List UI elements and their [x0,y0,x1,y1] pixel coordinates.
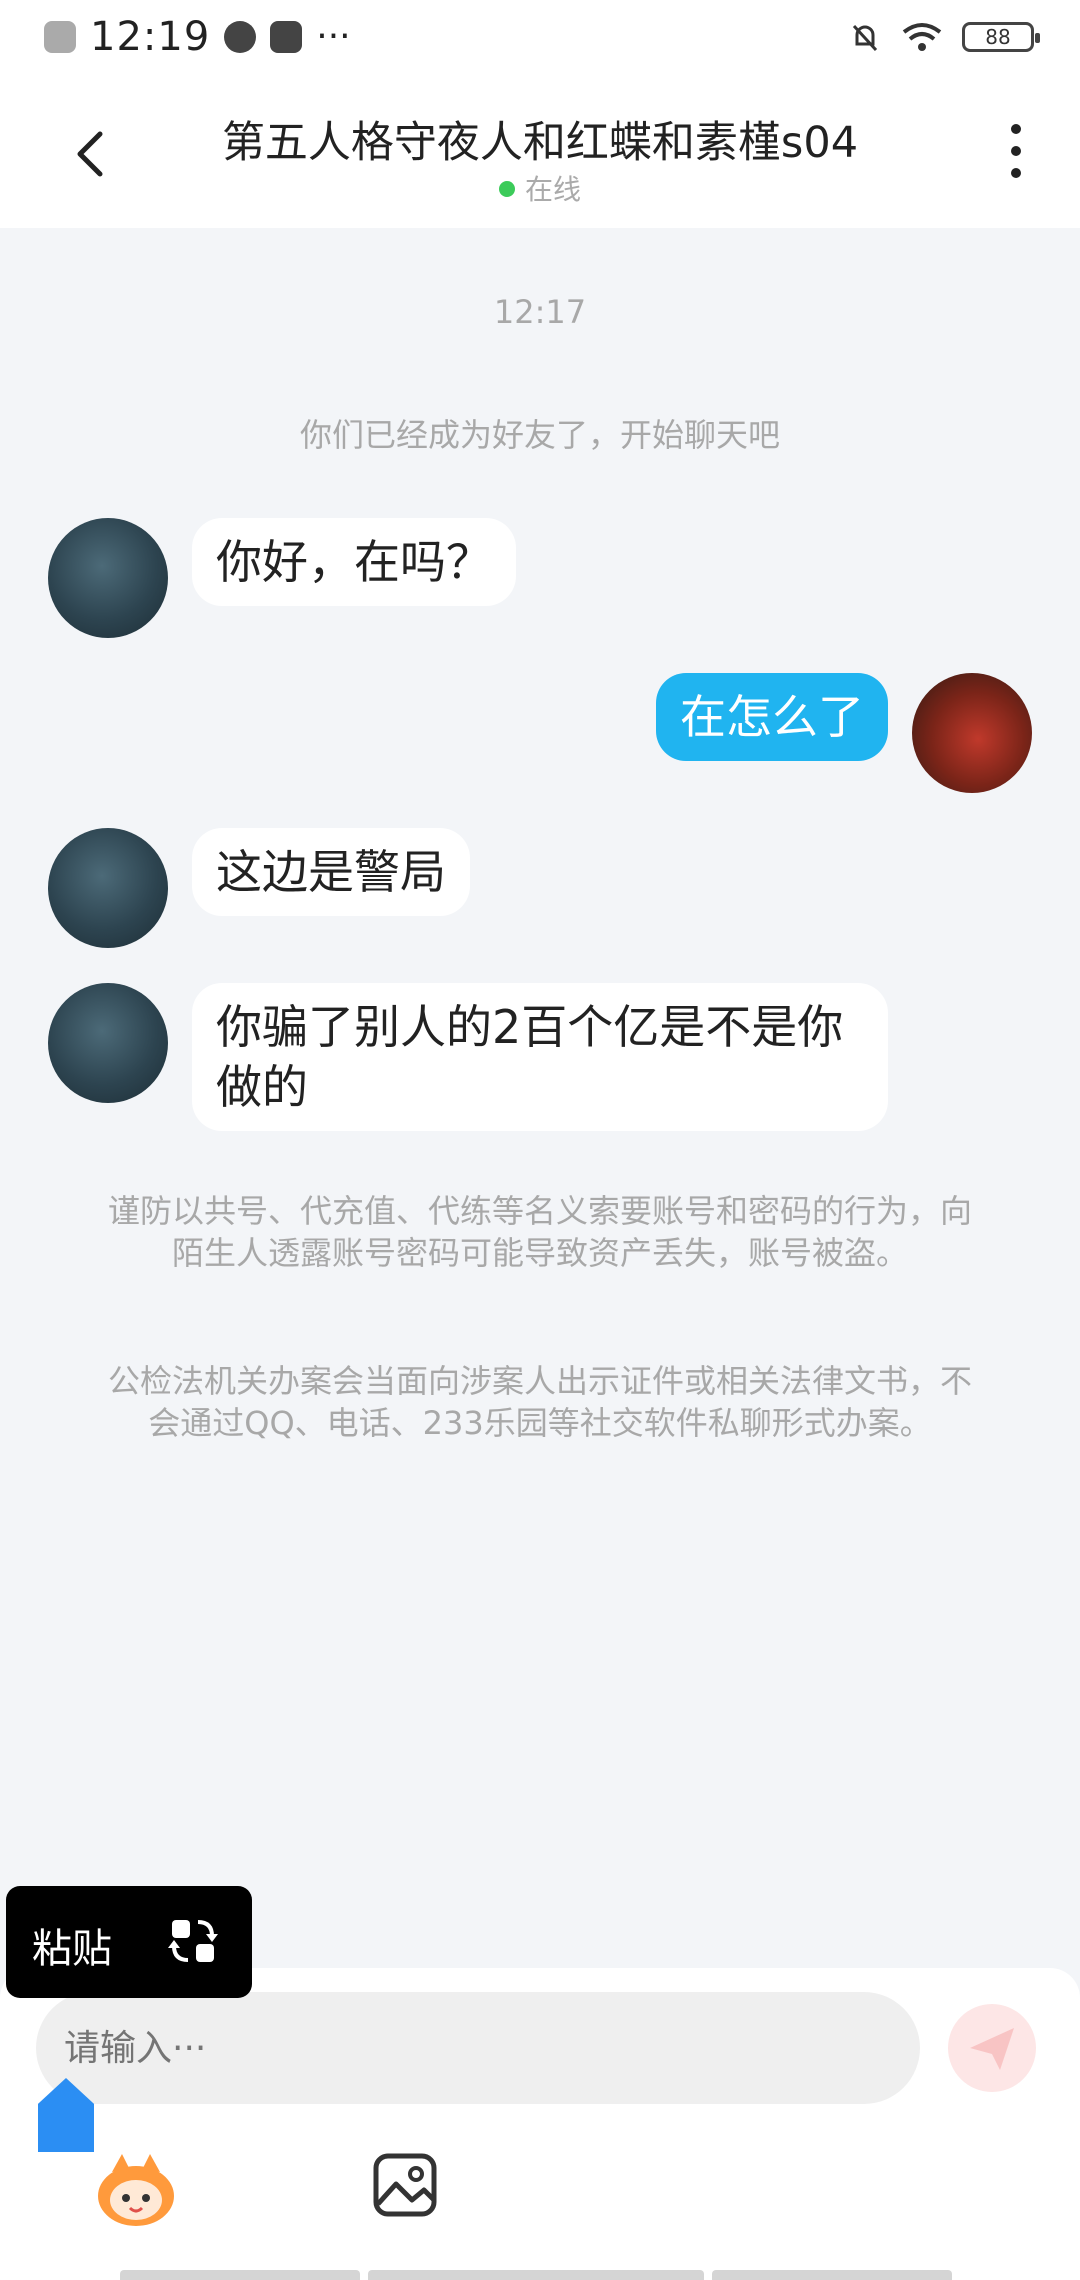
app-notification-icon [44,21,76,53]
send-plane-icon [970,2028,1014,2070]
chat-screen: 12:19 ··· 88 第五人格守夜人和红蝶和素槿s04 在线 12:17 你… [0,0,1080,2280]
dot-icon [1011,168,1021,178]
swap-icon[interactable] [168,1916,218,1966]
incoming-message-bubble[interactable]: 你骗了别人的2百个亿是不是你做的 [192,983,888,1131]
mute-bell-icon [852,24,878,52]
online-dot-icon [498,181,515,197]
incoming-message-bubble[interactable]: 这边是警局 [192,828,470,916]
composer [0,1968,1080,2280]
status-time: 12:19 [90,14,211,60]
battery-indicator: 88 [962,22,1040,52]
message-input[interactable] [36,1992,920,2104]
contact-avatar[interactable] [48,983,168,1103]
paste-popup[interactable]: 粘贴 [6,1886,252,1998]
send-button[interactable] [948,2004,1036,2092]
mail-icon [270,21,303,53]
message-timestamp: 12:17 [493,293,587,331]
outgoing-message-bubble[interactable]: 在怎么了 [656,673,888,761]
planet-icon [224,21,257,53]
dot-icon [1011,124,1021,134]
message-list[interactable]: 12:17 你们已经成为好友了，开始聊天吧 你好，在吗？ 在怎么了 这边是警局 … [0,228,1080,1968]
keyboard-strip [120,2270,960,2280]
wifi-icon [902,23,942,51]
paste-label: 粘贴 [32,1926,112,1972]
online-status-label: 在线 [524,173,581,206]
status-bar: 12:19 ··· 88 [0,0,1080,80]
system-message: 你们已经成为好友了，开始聊天吧 [299,416,780,454]
my-avatar[interactable] [912,673,1032,793]
more-options-button[interactable] [1004,124,1028,188]
chat-header: 第五人格守夜人和红蝶和素槿s04 在线 [0,80,1080,228]
image-picker-icon[interactable] [372,2152,438,2218]
contact-avatar[interactable] [48,518,168,638]
dot-icon [1011,146,1021,156]
emoji-mascot-icon[interactable] [92,2148,180,2232]
contact-avatar[interactable] [48,828,168,948]
online-status: 在线 [0,168,1080,208]
more-notifications-icon: ··· [316,16,351,57]
incoming-message-bubble[interactable]: 你好，在吗？ [192,518,516,606]
security-warning: 谨防以共号、代充值、代练等名义索要账号和密码的行为，向陌生人透露账号密码可能导致… [107,1192,972,1272]
chat-title: 第五人格守夜人和红蝶和素槿s04 [221,118,859,168]
security-warning: 公检法机关办案会当面向涉案人出示证件或相关法律文书，不会通过QQ、电话、233乐… [107,1362,972,1442]
